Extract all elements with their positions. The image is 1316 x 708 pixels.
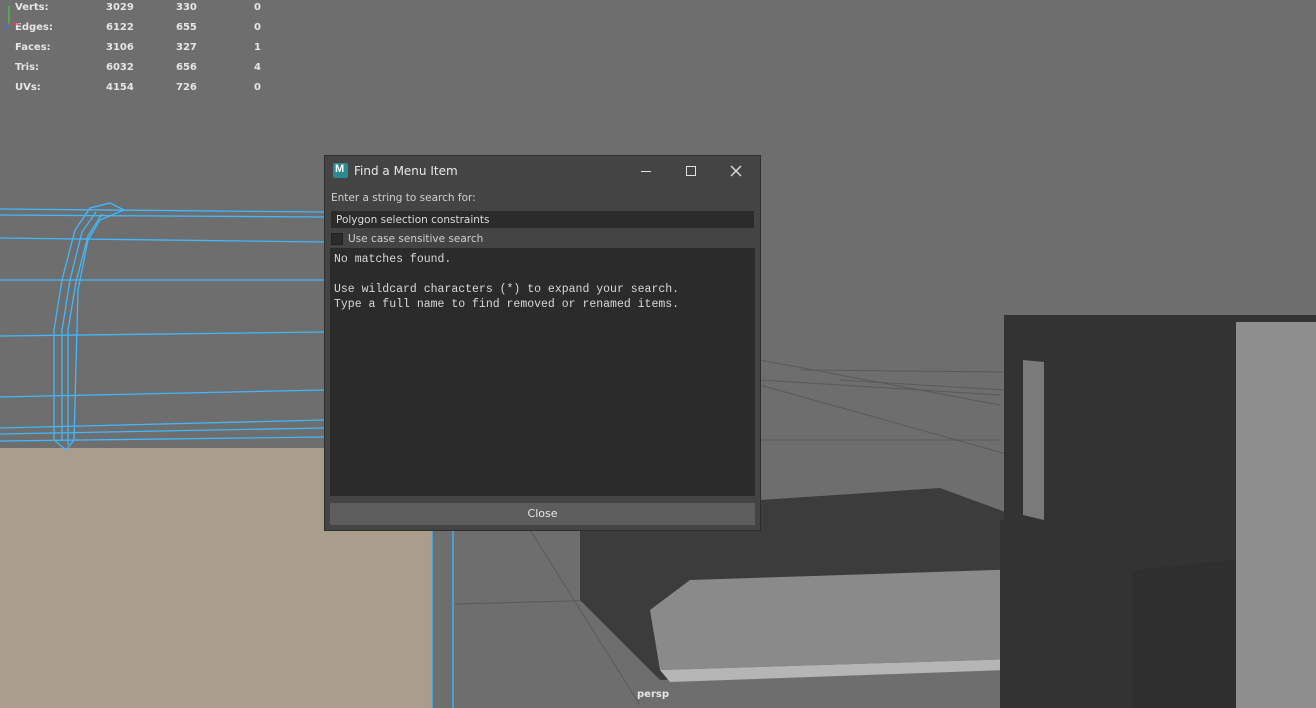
close-window-button[interactable] (719, 160, 753, 182)
minimize-icon (641, 171, 651, 172)
close-icon (730, 165, 742, 177)
dialog-titlebar[interactable]: Find a Menu Item (325, 156, 760, 186)
results-line: Type a full name to find removed or rena… (334, 298, 680, 311)
case-sensitive-checkbox[interactable] (331, 233, 343, 245)
hud-label: Faces: (15, 42, 51, 53)
hud-value: 327 (176, 42, 197, 53)
minimize-button[interactable] (629, 160, 663, 182)
maximize-button[interactable] (674, 160, 708, 182)
hud-label: Tris: (15, 62, 40, 73)
hud-value: 3029 (106, 2, 134, 13)
close-button[interactable]: Close (330, 503, 755, 525)
maya-app-icon (333, 163, 348, 178)
hud-value: 4154 (106, 82, 134, 93)
dialog-title: Find a Menu Item (354, 164, 458, 178)
results-line (334, 268, 751, 283)
hud-value: 656 (176, 62, 197, 73)
find-menu-item-dialog: Find a Menu Item Enter a string to searc… (324, 155, 761, 531)
hud-value: 1 (254, 42, 261, 53)
results-line: Use wildcard characters (*) to expand yo… (334, 283, 680, 296)
hud-value: 3106 (106, 42, 134, 53)
axis-gizmo-icon (3, 6, 20, 31)
hud-value: 6032 (106, 62, 134, 73)
hud-value: 330 (176, 2, 197, 13)
hud-value: 0 (254, 2, 261, 13)
hud-label: UVs: (15, 82, 41, 93)
results-line: No matches found. (334, 253, 452, 266)
search-prompt-label: Enter a string to search for: (331, 192, 476, 204)
case-sensitive-label[interactable]: Use case sensitive search (348, 233, 483, 245)
hud-value: 655 (176, 22, 197, 33)
hud-value: 0 (254, 22, 261, 33)
search-results-panel[interactable]: No matches found. Use wildcard character… (330, 248, 755, 496)
hud-value: 726 (176, 82, 197, 93)
search-input[interactable] (331, 211, 754, 228)
camera-label: persp (637, 689, 669, 700)
hud-value: 0 (254, 82, 261, 93)
hud-value: 4 (254, 62, 261, 73)
hud-value: 6122 (106, 22, 134, 33)
maximize-icon (686, 166, 696, 176)
